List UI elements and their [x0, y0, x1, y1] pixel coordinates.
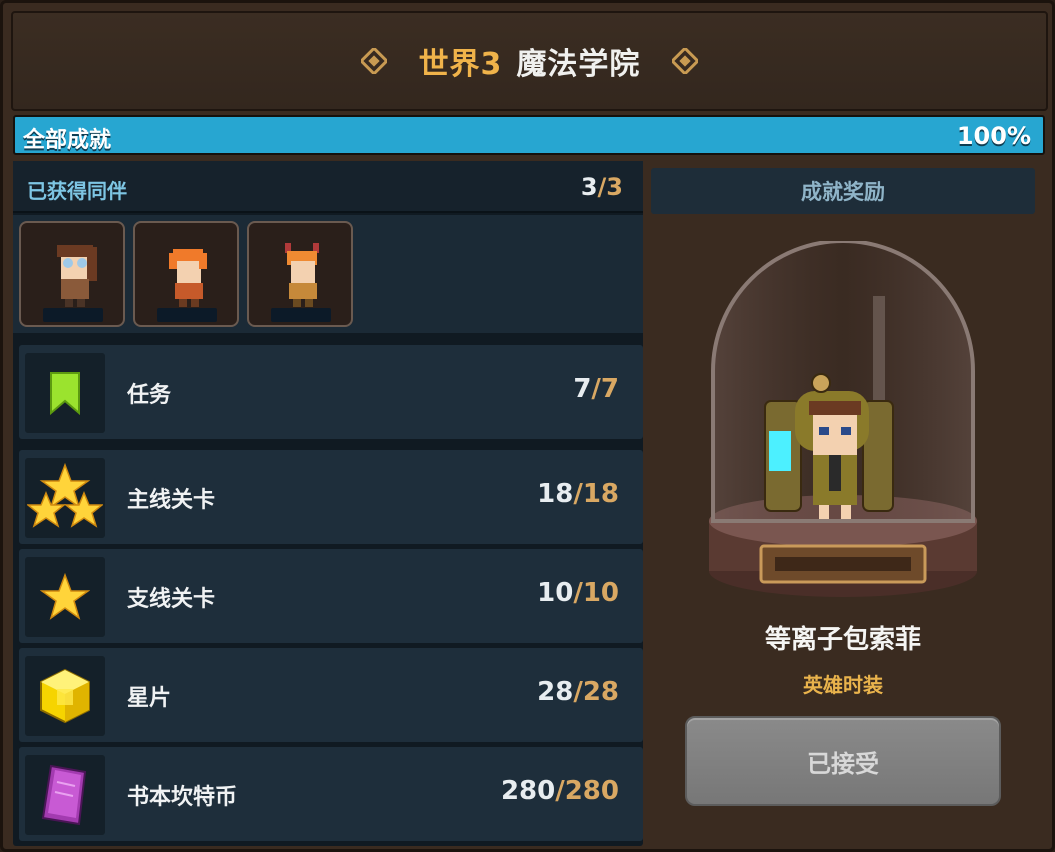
achievement-row-main-stages: 主线关卡 18/18: [19, 450, 643, 544]
achievement-icon-box: [25, 656, 105, 736]
companion-portrait[interactable]: [19, 221, 125, 327]
achievement-count: 28/28: [537, 677, 619, 707]
achievement-row-quests: 任务 7/7: [19, 345, 643, 439]
accepted-button[interactable]: 已接受: [685, 716, 1001, 806]
progress-label: 全部成就: [23, 128, 112, 153]
achievement-count: 7/7: [573, 374, 619, 404]
achievement-icon-box: [25, 458, 105, 538]
book-coin-icon: [41, 764, 87, 826]
diamond-ornament-icon: [672, 48, 699, 74]
three-stars-icon: [27, 463, 103, 528]
star-icon: [40, 573, 90, 620]
achievement-icon-box: [25, 755, 105, 835]
bookmark-icon: [50, 372, 80, 416]
companion-portrait[interactable]: [247, 221, 353, 327]
achievement-name: 星片: [127, 686, 172, 711]
achievement-count: 280/280: [500, 776, 619, 806]
companions-header: 已获得同伴 3/3: [13, 161, 643, 213]
page-title: 世界3 魔法学院: [419, 39, 641, 83]
star-rating-icon: [271, 308, 331, 322]
reward-header: 成就奖励: [651, 168, 1035, 214]
reward-header-label: 成就奖励: [801, 180, 885, 204]
achievement-name: 书本坎特币: [127, 785, 238, 810]
star-rating-icon: [157, 308, 217, 322]
achievement-list-panel: 已获得同伴 3/3 任务 7/7 主线关卡 18/18 支线关卡 10/10 星…: [13, 161, 643, 846]
companion-portraits: [13, 215, 643, 333]
achievement-row-star-pieces: 星片 28/28: [19, 648, 643, 742]
achievement-count: 10/10: [537, 578, 619, 608]
achievement-name: 任务: [127, 383, 172, 408]
companions-label: 已获得同伴: [27, 179, 127, 203]
progress-fill: [15, 117, 1043, 153]
star-piece-cube-icon: [40, 668, 90, 724]
achievement-name: 主线关卡: [127, 488, 216, 513]
achievement-row-book-coins: 书本坎特币 280/280: [19, 747, 643, 841]
reward-type: 英雄时装: [803, 673, 883, 697]
achievement-window: 世界3 魔法学院 全部成就 100% 已获得同伴 3/3 任务 7/7 主线关卡…: [0, 0, 1055, 852]
companions-obtained: 3: [580, 173, 598, 201]
reward-display-dome: [709, 241, 977, 597]
star-rating-icon: [43, 308, 103, 322]
companions-total: 3: [606, 173, 623, 201]
world-number: 世界3: [418, 47, 503, 82]
world-name: 魔法学院: [516, 47, 641, 82]
companion-portrait[interactable]: [133, 221, 239, 327]
companions-count: 3/3: [580, 173, 623, 201]
reward-name: 等离子包索菲: [764, 625, 921, 655]
world-header: 世界3 魔法学院: [11, 11, 1048, 111]
progress-percent: 100%: [956, 122, 1031, 150]
achievement-icon-box: [25, 353, 105, 433]
total-achievement-progress: 全部成就 100%: [13, 115, 1045, 155]
achievement-count: 18/18: [537, 479, 619, 509]
achievement-name: 支线关卡: [127, 587, 216, 612]
achievement-icon-box: [25, 557, 105, 637]
diamond-ornament-icon: [360, 48, 387, 74]
achievement-row-side-stages: 支线关卡 10/10: [19, 549, 643, 643]
accepted-button-label: 已接受: [807, 749, 879, 778]
